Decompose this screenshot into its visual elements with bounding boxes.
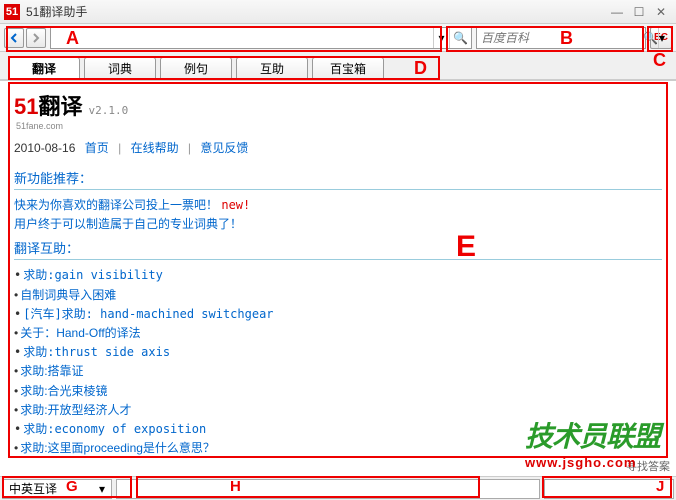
divider — [14, 259, 662, 260]
meta-link-feedback[interactable]: 意见反馈 — [200, 141, 248, 155]
side-search: 🔍 ▾ — [476, 27, 646, 49]
side-search-go-icon[interactable]: 🔍 — [642, 28, 658, 48]
section-news-title: 新功能推荐： — [14, 168, 662, 187]
chevron-down-icon: ▾ — [99, 482, 105, 496]
list-item[interactable]: 求助:搭靠证 — [14, 362, 662, 381]
news-tag-0: new! — [221, 198, 250, 212]
brand-row: 51翻译 v2.1.0 — [14, 89, 662, 121]
section-help-title: 翻译互助： — [14, 238, 662, 257]
list-item[interactable]: 求助:thrust side axis — [14, 343, 662, 362]
close-button[interactable]: ✕ — [650, 3, 672, 21]
tab-translate[interactable]: 翻译 — [8, 57, 80, 79]
side-search-dropdown[interactable]: ▾ — [658, 28, 665, 48]
main-search: ▾ 🔍 — [50, 27, 472, 49]
brand-pre: 51 — [14, 94, 38, 119]
tab-examples[interactable]: 例句 — [160, 57, 232, 79]
help-list: 求助:gain visibility 自制词典导入困难 [汽车]求助: hand… — [14, 266, 662, 458]
meta-row: 2010-08-16 首页 | 在线帮助 | 意见反馈 — [14, 139, 662, 156]
meta-link-home[interactable]: 首页 — [85, 141, 109, 155]
news-line: 用户终于可以制造属于自己的专业词典了！ — [14, 215, 662, 234]
news-text-1[interactable]: 用户终于可以制造属于自己的专业词典了！ — [14, 217, 242, 231]
list-item[interactable]: 求助:开放型经济人才 — [14, 401, 662, 420]
titlebar: 51 51翻译助手 — ☐ ✕ — [0, 0, 676, 24]
brand-version: v2.1.0 — [89, 104, 129, 117]
main-search-go-icon[interactable]: 🔍 — [449, 28, 471, 48]
maximize-button[interactable]: ☐ — [628, 3, 650, 21]
content-area: 51翻译 v2.1.0 51fane.com 2010-08-16 首页 | 在… — [0, 80, 676, 460]
tabbar: 翻译 词典 例句 互助 百宝箱 — [0, 52, 676, 80]
list-item[interactable]: 求助:合光束棱镜 — [14, 382, 662, 401]
statusbar: 中英互译 ▾ — [0, 476, 676, 500]
footer-hint: 寻找答案 — [626, 458, 670, 474]
list-item[interactable]: [汽车]求助: hand-machined switchgear — [14, 305, 662, 324]
list-item[interactable]: 自制词典导入困难 — [14, 286, 662, 305]
status-right[interactable] — [544, 479, 674, 499]
toolbar: ▾ 🔍 🔍 ▾ EC — [0, 24, 676, 52]
main-search-dropdown[interactable]: ▾ — [433, 28, 449, 48]
tab-toolbox[interactable]: 百宝箱 — [312, 57, 384, 79]
minimize-button[interactable]: — — [606, 3, 628, 21]
status-mode-label: 中英互译 — [9, 480, 57, 497]
brand-sub: 51fane.com — [16, 121, 662, 131]
news-line: 快来为你喜欢的翻译公司投上一票吧！ new! — [14, 196, 662, 215]
meta-date: 2010-08-16 — [14, 141, 75, 155]
forward-button[interactable] — [26, 28, 46, 48]
back-button[interactable] — [4, 28, 24, 48]
list-item[interactable]: 求助:这里面proceeding是什么意思？ — [14, 439, 662, 458]
tab-dictionary[interactable]: 词典 — [84, 57, 156, 79]
list-item[interactable]: 求助:economy of exposition — [14, 420, 662, 439]
main-search-input[interactable] — [51, 28, 433, 48]
brand-logo: 51翻译 — [14, 89, 83, 121]
status-mode-select[interactable]: 中英互译 ▾ — [2, 479, 112, 499]
side-search-input[interactable] — [477, 28, 642, 48]
meta-link-help[interactable]: 在线帮助 — [131, 141, 179, 155]
window-title: 51翻译助手 — [26, 3, 606, 20]
status-input[interactable] — [116, 479, 540, 499]
tab-help[interactable]: 互助 — [236, 57, 308, 79]
list-item[interactable]: 关于：Hand-Off的译法 — [14, 324, 662, 343]
divider — [14, 189, 662, 190]
brand-main: 翻译 — [38, 94, 82, 119]
list-item[interactable]: 求助:gain visibility — [14, 266, 662, 285]
news-text-0[interactable]: 快来为你喜欢的翻译公司投上一票吧！ — [14, 198, 218, 212]
app-logo-icon: 51 — [4, 4, 20, 20]
